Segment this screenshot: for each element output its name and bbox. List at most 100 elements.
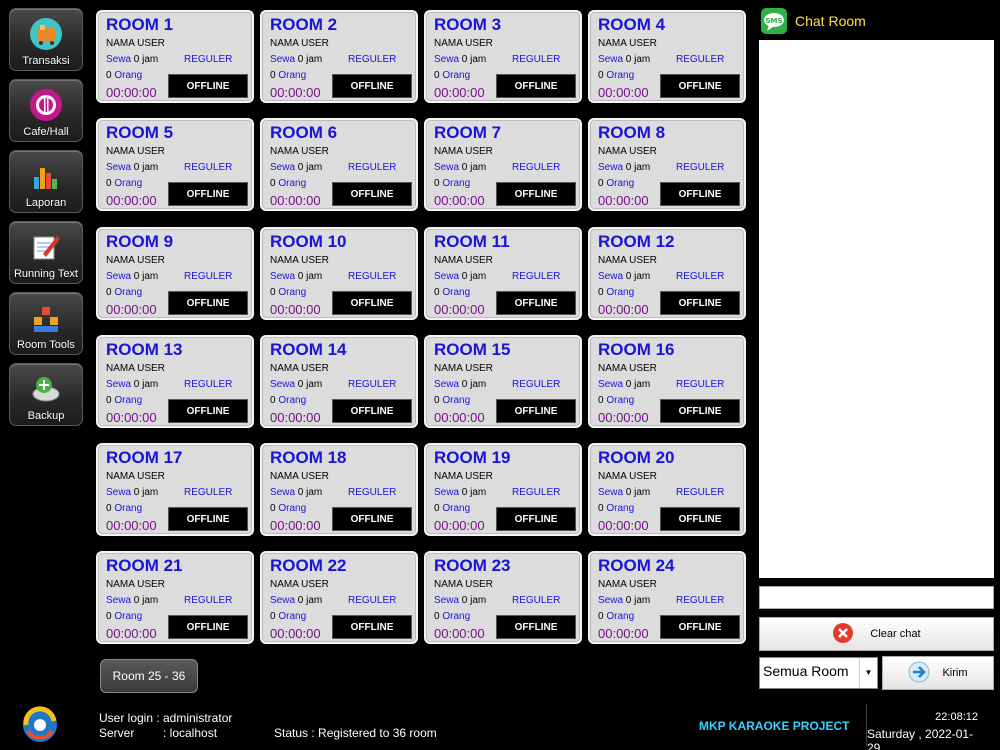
sidebar-item-backup[interactable]: Backup: [9, 363, 83, 426]
room-timer: 00:00:00: [598, 302, 649, 317]
room-status-badge[interactable]: OFFLINE: [332, 182, 412, 206]
sidebar-item-room-tools[interactable]: Room Tools: [9, 292, 83, 355]
room-status-badge[interactable]: OFFLINE: [660, 399, 740, 423]
room-status-badge[interactable]: OFFLINE: [660, 182, 740, 206]
sewa-value: 0 jam: [133, 595, 159, 606]
room-25-36-button[interactable]: Room 25 - 36: [100, 659, 198, 693]
room-card[interactable]: ROOM 1 NAMA USER Sewa 0 jam REGULER 0 Orang 0…: [96, 10, 254, 103]
room-sewa: Sewa 0 jam: [106, 487, 158, 498]
room-card[interactable]: ROOM 9 NAMA USER Sewa 0 jam REGULER 0 Orang 0…: [96, 227, 254, 320]
room-card[interactable]: ROOM 15 NAMA USER Sewa 0 jam REGULER 0 Orang…: [424, 335, 582, 428]
room-card[interactable]: ROOM 6 NAMA USER Sewa 0 jam REGULER 0 Orang 0…: [260, 118, 418, 211]
sewa-value: 0 jam: [297, 162, 323, 173]
room-status-badge[interactable]: OFFLINE: [660, 291, 740, 315]
room-user: NAMA USER: [106, 146, 165, 157]
room-card[interactable]: ROOM 19 NAMA USER Sewa 0 jam REGULER 0 Orang…: [424, 443, 582, 536]
room-card[interactable]: ROOM 24 NAMA USER Sewa 0 jam REGULER 0 Orang…: [588, 551, 746, 644]
room-type: REGULER: [676, 595, 725, 606]
room-user: NAMA USER: [106, 363, 165, 374]
room-guests: 0 Orang: [270, 395, 306, 406]
room-card[interactable]: ROOM 7 NAMA USER Sewa 0 jam REGULER 0 Orang 0…: [424, 118, 582, 211]
chat-messages-area[interactable]: [759, 40, 994, 578]
room-status-badge[interactable]: OFFLINE: [168, 615, 248, 639]
room-status-badge[interactable]: OFFLINE: [496, 507, 576, 531]
sewa-value: 0 jam: [133, 162, 159, 173]
guest-count: 0: [270, 178, 276, 189]
room-status-badge[interactable]: OFFLINE: [332, 399, 412, 423]
room-status-badge[interactable]: OFFLINE: [660, 615, 740, 639]
sewa-label: Sewa: [598, 162, 624, 173]
room-type: REGULER: [348, 595, 397, 606]
room-card[interactable]: ROOM 11 NAMA USER Sewa 0 jam REGULER 0 Orang…: [424, 227, 582, 320]
room-status-badge[interactable]: OFFLINE: [496, 291, 576, 315]
room-type: REGULER: [348, 379, 397, 390]
room-status-badge[interactable]: OFFLINE: [168, 74, 248, 98]
sidebar-item-transaksi[interactable]: Transaksi: [9, 8, 83, 71]
room-title: ROOM 3: [434, 15, 502, 34]
sewa-value: 0 jam: [461, 595, 487, 606]
clear-chat-button[interactable]: Clear chat: [759, 617, 994, 651]
room-card[interactable]: ROOM 5 NAMA USER Sewa 0 jam REGULER 0 Orang 0…: [96, 118, 254, 211]
room-user: NAMA USER: [106, 471, 165, 482]
room-status-badge[interactable]: OFFLINE: [332, 507, 412, 531]
room-title: ROOM 22: [270, 556, 347, 575]
send-button[interactable]: Kirim: [882, 656, 994, 690]
sidebar-item-cafe-hall[interactable]: Cafe/Hall: [9, 79, 83, 142]
room-guests: 0 Orang: [270, 70, 306, 81]
room-status-badge[interactable]: OFFLINE: [496, 74, 576, 98]
room-status-badge[interactable]: OFFLINE: [168, 507, 248, 531]
room-status-badge[interactable]: OFFLINE: [496, 182, 576, 206]
room-card[interactable]: ROOM 14 NAMA USER Sewa 0 jam REGULER 0 Orang…: [260, 335, 418, 428]
room-card[interactable]: ROOM 2 NAMA USER Sewa 0 jam REGULER 0 Orang 0…: [260, 10, 418, 103]
room-card[interactable]: ROOM 16 NAMA USER Sewa 0 jam REGULER 0 Orang…: [588, 335, 746, 428]
room-user: NAMA USER: [270, 471, 329, 482]
room-status-badge[interactable]: OFFLINE: [496, 399, 576, 423]
room-card[interactable]: ROOM 12 NAMA USER Sewa 0 jam REGULER 0 Orang…: [588, 227, 746, 320]
room-status-badge[interactable]: OFFLINE: [332, 291, 412, 315]
room-status-badge[interactable]: OFFLINE: [168, 182, 248, 206]
room-sewa: Sewa 0 jam: [434, 54, 486, 65]
room-status-badge[interactable]: OFFLINE: [496, 615, 576, 639]
room-card[interactable]: ROOM 8 NAMA USER Sewa 0 jam REGULER 0 Orang 0…: [588, 118, 746, 211]
room-user: NAMA USER: [598, 38, 657, 49]
room-card[interactable]: ROOM 22 NAMA USER Sewa 0 jam REGULER 0 Orang…: [260, 551, 418, 644]
room-card[interactable]: ROOM 13 NAMA USER Sewa 0 jam REGULER 0 Orang…: [96, 335, 254, 428]
room-card[interactable]: ROOM 18 NAMA USER Sewa 0 jam REGULER 0 Orang…: [260, 443, 418, 536]
guest-count: 0: [434, 503, 440, 514]
guest-count: 0: [434, 178, 440, 189]
room-status-badge[interactable]: OFFLINE: [332, 615, 412, 639]
room-card[interactable]: ROOM 21 NAMA USER Sewa 0 jam REGULER 0 Orang…: [96, 551, 254, 644]
pencil-icon: [28, 229, 64, 265]
room-type: REGULER: [512, 54, 561, 65]
blocks-icon: [28, 300, 64, 336]
arrow-right-icon: [908, 661, 930, 686]
room-timer: 00:00:00: [434, 626, 485, 641]
room-sewa: Sewa 0 jam: [270, 379, 322, 390]
room-title: ROOM 21: [106, 556, 183, 575]
room-card[interactable]: ROOM 10 NAMA USER Sewa 0 jam REGULER 0 Orang…: [260, 227, 418, 320]
room-timer: 00:00:00: [106, 193, 157, 208]
room-timer: 00:00:00: [270, 518, 321, 533]
room-guests: 0 Orang: [598, 611, 634, 622]
sewa-label: Sewa: [270, 271, 296, 282]
chat-message-input[interactable]: [759, 586, 994, 609]
room-target-select[interactable]: Semua Room ▼: [759, 657, 878, 689]
room-card[interactable]: ROOM 20 NAMA USER Sewa 0 jam REGULER 0 Orang…: [588, 443, 746, 536]
room-status-badge[interactable]: OFFLINE: [660, 74, 740, 98]
sidebar-item-laporan[interactable]: Laporan: [9, 150, 83, 213]
room-status-badge[interactable]: OFFLINE: [168, 291, 248, 315]
project-name: MKP KARAOKE PROJECT: [699, 719, 850, 733]
chevron-down-icon[interactable]: ▼: [859, 658, 877, 688]
room-card[interactable]: ROOM 4 NAMA USER Sewa 0 jam REGULER 0 Orang 0…: [588, 10, 746, 103]
sidebar-item-running-text[interactable]: Running Text: [9, 221, 83, 284]
room-title: ROOM 16: [598, 340, 675, 359]
room-card[interactable]: ROOM 23 NAMA USER Sewa 0 jam REGULER 0 Orang…: [424, 551, 582, 644]
sewa-label: Sewa: [270, 379, 296, 390]
sewa-value: 0 jam: [625, 379, 651, 390]
room-card[interactable]: ROOM 17 NAMA USER Sewa 0 jam REGULER 0 Orang…: [96, 443, 254, 536]
room-card[interactable]: ROOM 3 NAMA USER Sewa 0 jam REGULER 0 Orang 0…: [424, 10, 582, 103]
room-timer: 00:00:00: [598, 193, 649, 208]
room-status-badge[interactable]: OFFLINE: [168, 399, 248, 423]
room-status-badge[interactable]: OFFLINE: [660, 507, 740, 531]
room-status-badge[interactable]: OFFLINE: [332, 74, 412, 98]
